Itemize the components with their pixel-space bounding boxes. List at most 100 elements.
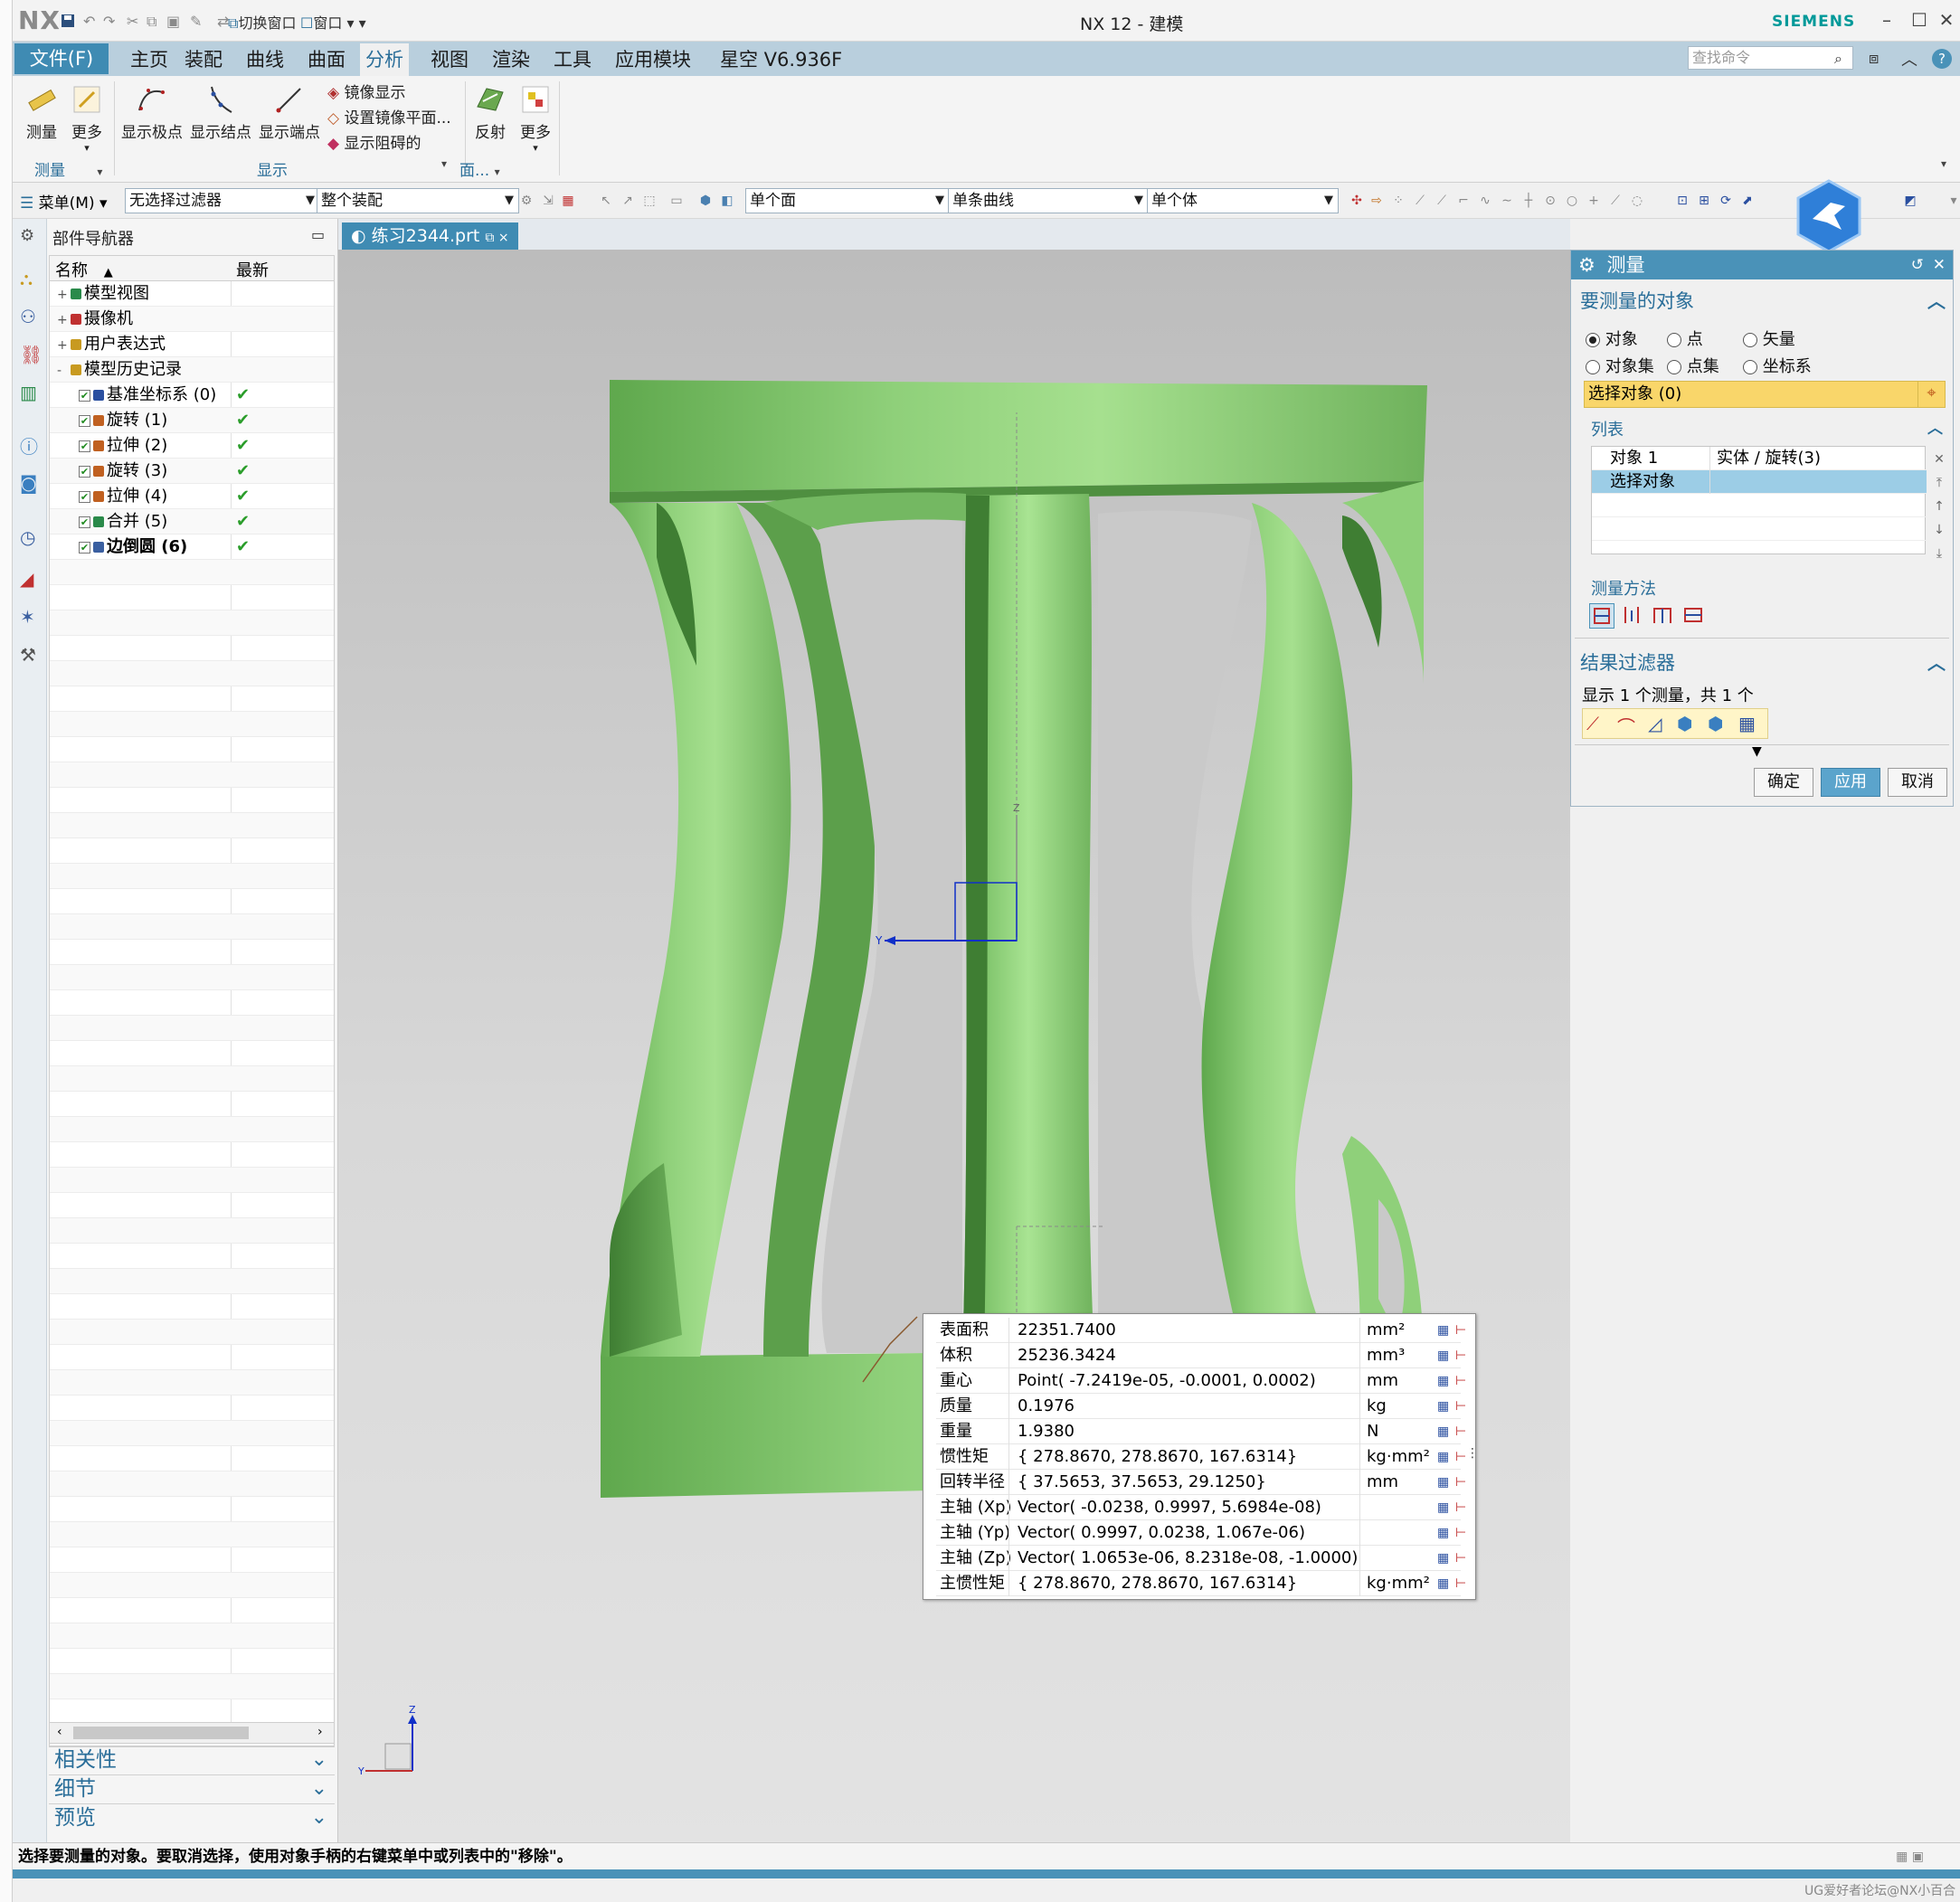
tab-view[interactable]: 视图 [425, 43, 474, 76]
checkbox[interactable]: ✔ [79, 414, 90, 427]
general-filter-icon[interactable]: ⇲ [541, 194, 555, 208]
collapse-list-icon[interactable]: ︿ [1927, 415, 1943, 438]
ruler-icon[interactable]: ⊢ [1455, 1375, 1468, 1387]
list-row-selected[interactable]: 选择对象 [1592, 470, 1927, 494]
type-filter-dropdown[interactable]: 无选择过滤器 ▼ [125, 188, 320, 213]
method-projected-icon[interactable] [1651, 603, 1676, 629]
crosshair-icon[interactable]: ⌖ [1917, 381, 1945, 408]
part-navigator-icon[interactable]: ⛓ [20, 344, 43, 365]
expand-toggle-icon[interactable]: - [57, 358, 68, 383]
ruler-icon[interactable]: ⊢ [1455, 1425, 1468, 1438]
tree-node[interactable]: ✔ 拉伸 (4) ✔ [50, 484, 334, 509]
ok-button[interactable]: 确定 [1754, 768, 1813, 797]
show-blocked-button[interactable]: ◆ 显示阻碍的 [327, 130, 421, 153]
expand-toggle-icon[interactable]: + [57, 308, 68, 333]
menu-button[interactable]: ☰ 菜单(M) ▾ [20, 190, 108, 213]
select-object-row[interactable]: 选择对象 (0) ⌖ [1584, 381, 1946, 408]
calculator-icon[interactable]: ▦ [1437, 1577, 1450, 1590]
collapse-icon[interactable]: ︿ [1927, 287, 1946, 313]
full-screen-icon[interactable]: ⧈ [1869, 49, 1879, 68]
expand-more-icon[interactable]: ▼ [1752, 744, 1762, 759]
render-style-icon[interactable]: ◩ [1903, 194, 1917, 208]
filter-mass-icon[interactable]: ⬢ [1708, 713, 1723, 734]
tree-node[interactable]: + 用户表达式 [50, 332, 334, 358]
radio-button[interactable] [1667, 360, 1681, 374]
ruler-icon[interactable]: ⊢ [1455, 1324, 1468, 1337]
group-display-dropdown-icon[interactable]: ▾ [441, 157, 447, 170]
checkbox[interactable]: ✔ [79, 516, 90, 528]
expand-toggle-icon[interactable]: + [57, 282, 68, 308]
maximize-button[interactable]: ☐ [1907, 9, 1932, 31]
horizontal-scrollbar[interactable]: ‹ › [49, 1722, 335, 1744]
radio-option[interactable]: 对象 [1586, 326, 1638, 350]
radio-option[interactable]: 坐标系 [1743, 354, 1812, 377]
calculator-icon[interactable]: ▦ [1437, 1425, 1450, 1438]
search-icon[interactable]: ⌕ [1834, 50, 1842, 68]
radio-button[interactable] [1743, 360, 1757, 374]
pan-icon[interactable]: ⬈ [1740, 194, 1755, 208]
system-scene-icon[interactable]: ⚒ [20, 644, 40, 666]
move-top-icon[interactable]: ⤒ [1929, 471, 1949, 495]
tree-node[interactable]: + 模型视图 [50, 281, 334, 308]
tree-node[interactable]: ✔ 旋转 (3) ✔ [50, 459, 334, 484]
reflection-button[interactable]: 反射 [470, 83, 510, 142]
snap-curve-icon[interactable]: ∼ [1500, 194, 1514, 208]
calculator-icon[interactable]: ▦ [1437, 1552, 1450, 1565]
filter-body-icon[interactable]: ⬢ [1677, 713, 1692, 734]
calculator-icon[interactable]: ▦ [1437, 1349, 1450, 1362]
mass-properties-table[interactable]: 表面积 22351.7400 mm² ▦ ⊢ 体积 25236.3424 mm³ ▦ ⊢ 重心 Poi… [923, 1313, 1479, 1600]
feature-filter-icon[interactable]: ▦ [561, 194, 575, 208]
filter-distance-icon[interactable]: ⟋ [1586, 713, 1599, 734]
scrollbar-thumb[interactable] [73, 1727, 249, 1739]
snap-endpoint-icon[interactable]: ⁘ [1391, 194, 1406, 208]
deselect-icon[interactable]: ↗ [620, 194, 635, 208]
close-button[interactable]: ✕ [1934, 9, 1959, 31]
tree-node[interactable]: ✔ 基准坐标系 (0) ✔ [50, 383, 334, 408]
apply-button[interactable]: 应用 [1821, 768, 1880, 797]
column-header-name[interactable]: 名称 ▲ [55, 258, 113, 281]
cut-icon[interactable]: ✂ [127, 13, 143, 30]
tab-home[interactable]: 主页 [125, 43, 174, 76]
measure-button[interactable]: 测量 [22, 83, 62, 142]
move-up-icon[interactable]: ↑ [1929, 495, 1949, 518]
calculator-icon[interactable]: ▦ [1437, 1476, 1450, 1489]
collapse-ribbon-icon[interactable]: ︿ [1901, 47, 1917, 71]
resource-bar-settings-icon[interactable]: ⚙ [20, 226, 40, 246]
scroll-left-icon[interactable]: ‹ [57, 1725, 62, 1739]
show-poles-button[interactable]: 显示极点 [119, 83, 185, 142]
property-row[interactable]: 重心 Point( -7.2419e-05, -0.0001, 0.0002) mm… [936, 1368, 1466, 1394]
tab-close-icon[interactable]: ⧉ × [485, 231, 508, 245]
snap-control-icon[interactable]: ⌐ [1456, 194, 1471, 208]
body-rule-dropdown[interactable]: 单个体 ▼ [1147, 188, 1339, 213]
checkbox[interactable]: ✔ [79, 490, 90, 503]
snap-point-icon[interactable]: ✣ [1349, 194, 1364, 208]
dialog-gear-icon[interactable]: ⚙ [1578, 254, 1595, 276]
tab-xingkong[interactable]: 星空 V6.936F [715, 43, 847, 76]
column-header-latest[interactable]: 最新 [236, 258, 269, 281]
rectangle-select-icon[interactable]: ▭ [669, 194, 684, 208]
calculator-icon[interactable]: ▦ [1437, 1324, 1450, 1337]
tree-node[interactable]: ✔ 旋转 (1) ✔ [50, 408, 334, 433]
property-row[interactable]: 主惯性矩 { 278.8670, 278.8670, 167.6314} kg·mm… [936, 1571, 1466, 1596]
tab-analysis[interactable]: 分析 [360, 43, 409, 76]
ruler-icon[interactable]: ⊢ [1455, 1501, 1468, 1514]
selection-scope-dropdown[interactable]: 整个装配 ▼ [317, 188, 519, 213]
snap-line-icon[interactable]: ⟋ [1413, 194, 1427, 208]
radio-button[interactable] [1667, 333, 1681, 347]
more-face-button[interactable]: 更多 ▾ [516, 83, 555, 154]
view-fit-icon[interactable]: ⊡ [1675, 194, 1690, 208]
calculator-icon[interactable]: ▦ [1437, 1451, 1450, 1463]
panel-preview[interactable]: 预览 ⌄ [49, 1803, 335, 1831]
tree-node[interactable]: + 摄像机 [50, 307, 334, 333]
expand-toggle-icon[interactable]: + [57, 333, 68, 358]
undo-icon[interactable]: ↶ [83, 13, 99, 30]
graphics-viewport[interactable]: Z Y Z Y [338, 250, 1570, 1842]
property-row[interactable]: 回转半径 { 37.5653, 37.5653, 29.1250} mm ▦ ⊢ [936, 1470, 1466, 1495]
radio-option[interactable]: 矢量 [1743, 326, 1795, 350]
ruler-icon[interactable]: ⊢ [1455, 1552, 1468, 1565]
window-menu-button[interactable]: ☐窗口 ▾ ▾ [300, 11, 366, 33]
curve-rule-dropdown[interactable]: 单条曲线 ▼ [948, 188, 1149, 213]
snap-midpoint-icon[interactable]: ⟋ [1434, 194, 1449, 208]
section-objects-title[interactable]: 要测量的对象 [1580, 287, 1694, 314]
tree-node[interactable]: ✔ 合并 (5) ✔ [50, 509, 334, 535]
